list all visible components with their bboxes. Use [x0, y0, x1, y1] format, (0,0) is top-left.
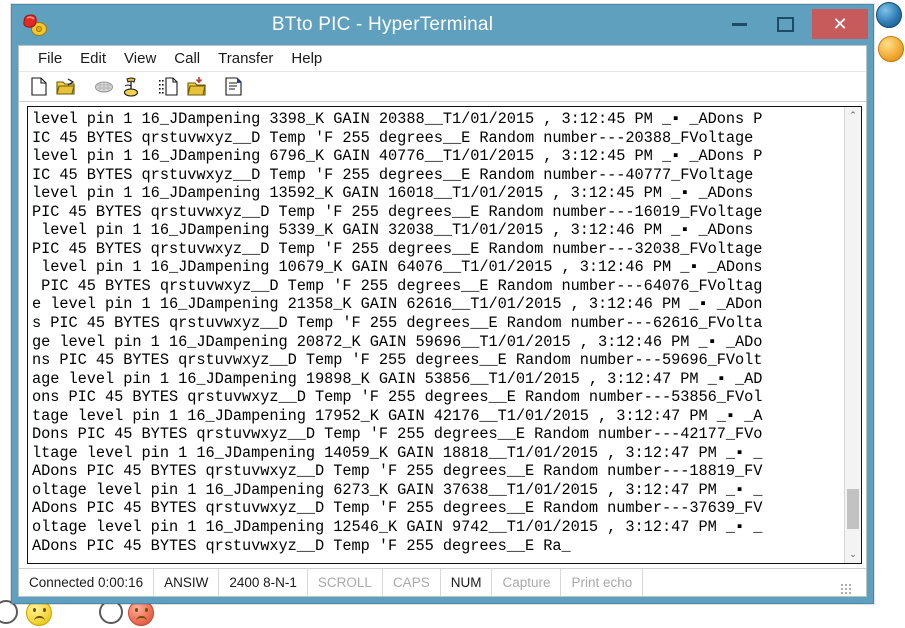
terminal-area: level pin 1 16_JDampening 3398_K GAIN 20… — [19, 102, 866, 568]
open-folder-icon[interactable] — [54, 75, 78, 99]
scrollbar-track[interactable] — [845, 124, 861, 546]
scroll-up-arrow[interactable]: ⌃ — [845, 107, 861, 124]
new-connection-icon[interactable] — [27, 75, 51, 99]
desktop-icon-folder[interactable] — [878, 36, 904, 62]
scrollbar-thumb[interactable] — [847, 489, 859, 529]
call-icon[interactable] — [119, 75, 143, 99]
status-indicator-scroll: SCROLL — [308, 569, 383, 596]
status-connection: Connected 0:00:16 — [19, 569, 154, 596]
properties-icon[interactable] — [222, 75, 246, 99]
resize-grip-icon[interactable] — [839, 582, 853, 594]
terminal-frame: level pin 1 16_JDampening 3398_K GAIN 20… — [27, 106, 862, 564]
menu-item-help[interactable]: Help — [282, 48, 331, 69]
terminal-output[interactable]: level pin 1 16_JDampening 3398_K GAIN 20… — [28, 107, 844, 563]
scroll-down-arrow[interactable]: ⌄ — [845, 546, 861, 563]
close-icon: ✕ — [832, 14, 847, 35]
toolbar — [19, 72, 866, 102]
desktop-background: BTto PIC - HyperTerminal ✕ File Edit Vie… — [0, 0, 905, 628]
menu-item-transfer[interactable]: Transfer — [209, 48, 282, 69]
minimize-button[interactable] — [717, 9, 761, 39]
status-port-settings: 2400 8-N-1 — [219, 569, 308, 596]
menu-item-file[interactable]: File — [29, 48, 71, 69]
status-indicator-print-echo[interactable]: Print echo — [561, 569, 643, 596]
hyperterminal-window: BTto PIC - HyperTerminal ✕ File Edit Vie… — [11, 4, 874, 604]
status-indicator-caps: CAPS — [383, 569, 441, 596]
close-button[interactable]: ✕ — [812, 9, 868, 39]
menu-item-view[interactable]: View — [115, 48, 165, 69]
disconnect-icon — [92, 75, 116, 99]
status-resize-area[interactable] — [643, 569, 866, 596]
status-emulation: ANSIW — [154, 569, 219, 596]
maximize-button[interactable] — [763, 9, 807, 39]
receive-file-icon[interactable] — [184, 75, 208, 99]
menu-bar: File Edit View Call Transfer Help — [19, 46, 866, 72]
desktop-icon-browser[interactable] — [876, 2, 902, 28]
status-indicator-capture[interactable]: Capture — [492, 569, 561, 596]
minimize-icon — [732, 23, 747, 26]
terminal-scrollbar[interactable]: ⌃ ⌄ — [844, 107, 861, 563]
send-file-icon[interactable] — [157, 75, 181, 99]
window-client-area: File Edit View Call Transfer Help — [18, 45, 867, 597]
status-indicator-num: NUM — [441, 569, 493, 596]
menu-item-call[interactable]: Call — [165, 48, 209, 69]
menu-item-edit[interactable]: Edit — [71, 48, 115, 69]
hyperterminal-phone-icon — [21, 12, 49, 38]
status-bar: Connected 0:00:16 ANSIW 2400 8-N-1 SCROL… — [19, 568, 866, 596]
title-bar[interactable]: BTto PIC - HyperTerminal ✕ — [12, 5, 873, 45]
maximize-icon — [777, 17, 794, 32]
